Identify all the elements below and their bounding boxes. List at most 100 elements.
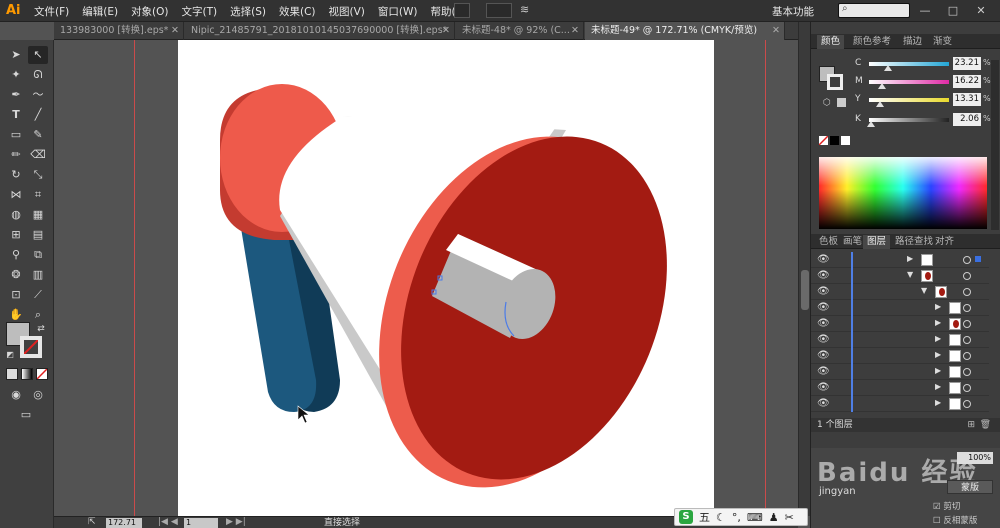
tab-close-icon[interactable]: ✕ (772, 22, 780, 40)
tab-document-2[interactable]: Nipic_21485791_20181010145037690000 [转换]… (185, 22, 455, 40)
color-stroke-swatch[interactable] (827, 74, 843, 90)
black-slider[interactable] (866, 118, 949, 127)
page-field[interactable]: 1 (184, 518, 218, 528)
expand-arrow-icon[interactable]: ▶ (935, 382, 941, 391)
cyan-value[interactable]: 23.21 (953, 57, 981, 70)
stroke-swatch[interactable] (20, 336, 42, 358)
keyboard-icon[interactable]: ⌨ (747, 511, 763, 524)
menu-view[interactable]: 视图(V) (329, 4, 365, 19)
magenta-value[interactable]: 16.22 (953, 75, 981, 88)
none-mode-icon[interactable] (36, 368, 48, 380)
make-mask-button[interactable]: 蒙版 (947, 480, 993, 494)
slice-tool-icon[interactable]: ⟋ (28, 286, 48, 304)
sogou-logo-icon[interactable]: S (679, 510, 693, 524)
lasso-icon[interactable]: ᘏ (28, 66, 48, 84)
page-next-icon[interactable]: ▶ ▶| (226, 517, 246, 527)
paintbrush-icon[interactable]: ✎ (28, 126, 48, 144)
direct-selection-tool-icon[interactable]: ↖ (28, 46, 48, 64)
tab-document-3[interactable]: 未标题-48* @ 92% (C... ✕ (456, 22, 584, 40)
tab-brushes[interactable]: 画笔 (839, 235, 866, 249)
workspace-switcher[interactable]: 基本功能 (772, 4, 814, 19)
layer-row[interactable]: 👁 ▶ (811, 396, 989, 412)
yellow-slider[interactable] (869, 98, 949, 107)
gpu-performance-icon[interactable]: ≋ (520, 3, 536, 18)
eye-icon[interactable]: 👁 (817, 318, 830, 329)
tools-icon[interactable]: ✂ (785, 511, 794, 524)
eye-icon[interactable]: 👁 (817, 398, 830, 409)
tab-color-guide[interactable]: 颜色参考 (849, 35, 895, 49)
out-of-gamut-icon[interactable]: ⬡ (823, 98, 831, 108)
layer-row[interactable]: 👁 ▶ (811, 332, 989, 348)
layer-row[interactable]: 👁 ▼ (811, 284, 989, 300)
none-swatch[interactable] (819, 136, 828, 145)
user-icon[interactable]: ♟ (769, 511, 779, 524)
tab-close-icon[interactable]: ✕ (571, 22, 579, 40)
target-circle-icon[interactable] (963, 288, 971, 296)
slider-knob[interactable] (883, 65, 892, 71)
target-circle-icon[interactable] (963, 400, 971, 408)
menu-file[interactable]: 文件(F) (34, 4, 69, 19)
menu-type[interactable]: 文字(T) (182, 4, 218, 19)
tab-document-active[interactable]: 未标题-49* @ 172.71% (CMYK/预览) ✕ (585, 22, 785, 40)
expand-arrow-icon[interactable]: ▼ (921, 286, 927, 295)
eye-icon[interactable]: 👁 (817, 254, 830, 265)
tab-close-icon[interactable]: ✕ (442, 22, 450, 40)
blend-tool-icon[interactable]: ⧉ (28, 246, 48, 264)
curvature-tool-icon[interactable]: 〜 (28, 86, 48, 104)
white-swatch[interactable] (841, 136, 850, 145)
target-circle-icon[interactable] (963, 336, 971, 344)
tab-gradient[interactable]: 渐变 (929, 35, 956, 49)
scrollbar-thumb[interactable] (801, 270, 809, 310)
expand-arrow-icon[interactable]: ▶ (935, 318, 941, 327)
yellow-value[interactable]: 13.31 (953, 93, 981, 106)
opacity-field[interactable]: 100% (957, 452, 993, 464)
expand-arrow-icon[interactable]: ▼ (907, 270, 913, 279)
tab-align[interactable]: 对齐 (931, 235, 958, 249)
gradient-tool-icon[interactable]: ▤ (28, 226, 48, 244)
layer-row[interactable]: 👁 ▶ (811, 348, 989, 364)
arrange-documents-icon[interactable] (486, 3, 512, 18)
minimize-button[interactable]: — (914, 3, 936, 18)
menu-select[interactable]: 选择(S) (230, 4, 266, 19)
slider-knob[interactable] (875, 101, 884, 107)
tab-color[interactable]: 颜色 (817, 35, 845, 49)
page-prev-icon[interactable]: |◀ ◀ (158, 517, 178, 527)
free-transform-icon[interactable]: ⌗ (28, 186, 48, 204)
layer-row[interactable]: 👁 ▶ (811, 380, 989, 396)
scale-tool-icon[interactable]: ⤡ (28, 166, 48, 184)
eyedropper-icon[interactable]: ⚲ (6, 246, 26, 264)
tab-document-1[interactable]: 133983000 [转换].eps* ✕ (54, 22, 184, 40)
target-circle-icon[interactable] (963, 368, 971, 376)
eye-icon[interactable]: 👁 (817, 302, 830, 313)
target-circle-icon[interactable] (963, 384, 971, 392)
screen-mode-icon[interactable]: ▭ (16, 406, 36, 424)
target-circle-icon[interactable] (963, 256, 971, 264)
black-swatch[interactable] (830, 136, 839, 145)
bridge-button[interactable] (454, 3, 470, 18)
menu-edit[interactable]: 编辑(E) (82, 4, 118, 19)
perspective-grid-icon[interactable]: ▦ (28, 206, 48, 224)
tab-close-icon[interactable]: ✕ (171, 22, 179, 40)
black-value[interactable]: 2.06 (953, 113, 981, 126)
expand-arrow-icon[interactable]: ▶ (935, 350, 941, 359)
layer-row[interactable]: 👁 ▶ (811, 252, 989, 268)
eye-icon[interactable]: 👁 (817, 382, 830, 393)
delete-layer-icon[interactable]: 🗑 (980, 418, 991, 432)
ime-toolbar[interactable]: S 五 ☾ °, ⌨ ♟ ✂ (674, 508, 808, 526)
maximize-button[interactable]: □ (942, 3, 964, 18)
eraser-icon[interactable]: ⌫ (28, 146, 48, 164)
tab-swatches[interactable]: 色板 (815, 235, 842, 249)
expand-arrow-icon[interactable]: ▶ (935, 302, 941, 311)
symbol-sprayer-icon[interactable]: ❂ (6, 266, 26, 284)
menu-effect[interactable]: 效果(C) (279, 4, 316, 19)
layer-row[interactable]: 👁 ▶ (811, 316, 989, 332)
draw-inside-icon[interactable]: ◎ (28, 386, 48, 404)
menu-object[interactable]: 对象(O) (131, 4, 168, 19)
zoom-field[interactable]: 172.71 (106, 518, 142, 528)
expand-arrow-icon[interactable]: ▶ (935, 334, 941, 343)
search-input[interactable]: ⌕ (838, 3, 910, 18)
punctuation-icon[interactable]: °, (732, 511, 741, 524)
expand-arrow-icon[interactable]: ▶ (907, 254, 913, 263)
expand-arrow-icon[interactable]: ▶ (935, 398, 941, 407)
cyan-slider[interactable] (869, 62, 949, 71)
